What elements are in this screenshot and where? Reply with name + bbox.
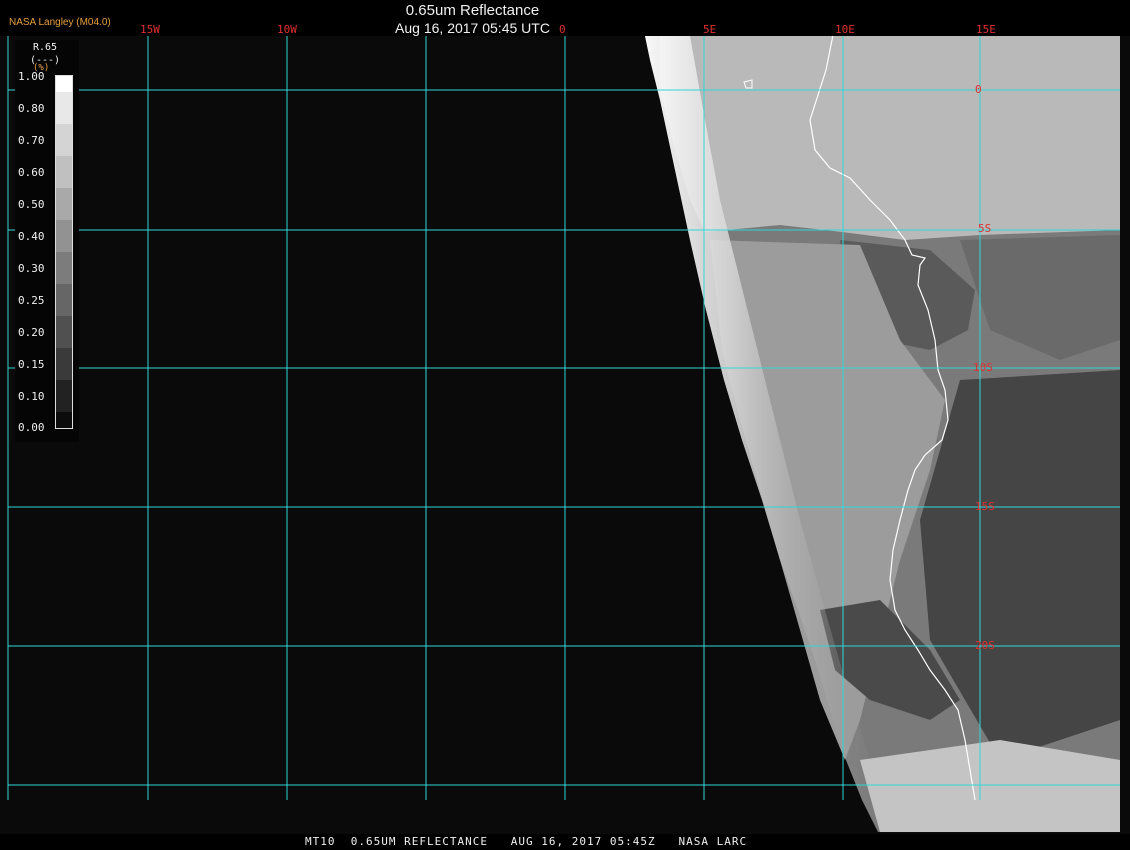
lon-label-10e: 10E [835, 23, 855, 36]
legend-tick: 0.80 [18, 102, 45, 115]
legend-tick: 0.70 [18, 134, 45, 147]
legend-color-ramp [55, 75, 73, 429]
lon-label-15e: 15E [976, 23, 996, 36]
legend-tick: 1.00 [18, 70, 45, 83]
footer: MT10 0.65UM REFLECTANCE AUG 16, 2017 05:… [0, 834, 1130, 850]
legend-tick: 0.10 [18, 390, 45, 403]
legend-tick: 0.40 [18, 230, 45, 243]
lat-label-10s: 10S [973, 361, 993, 374]
legend-tick: 0.00 [18, 421, 45, 434]
cloud-band-north [660, 36, 1120, 240]
page-title: 0.65um Reflectance [405, 2, 540, 19]
lat-label-0: 0 [975, 83, 982, 96]
legend-tick: 0.30 [18, 262, 45, 275]
legend-tick: 0.50 [18, 198, 45, 211]
lat-label-5s: 5S [978, 222, 992, 235]
footer-caption: MT10 0.65UM REFLECTANCE AUG 16, 2017 05:… [305, 835, 748, 848]
lat-label-15s: 15S [975, 500, 995, 513]
color-legend: R.65 (---) (%) 1.00 0.80 0.70 0.60 0.50 … [15, 40, 79, 442]
lon-label-10w: 10W [277, 23, 297, 36]
satellite-map [0, 0, 1130, 850]
legend-tick: 0.20 [18, 326, 45, 339]
lon-label-0: 0 [559, 23, 566, 36]
legend-tick: 0.15 [18, 358, 45, 371]
lon-label-15w: 15W [140, 23, 160, 36]
lon-label-5e: 5E [703, 23, 717, 36]
legend-title: R.65 [32, 42, 58, 53]
legend-tick: 0.60 [18, 166, 45, 179]
legend-tick: 0.25 [18, 294, 45, 307]
lat-label-20s: 20S [975, 639, 995, 652]
